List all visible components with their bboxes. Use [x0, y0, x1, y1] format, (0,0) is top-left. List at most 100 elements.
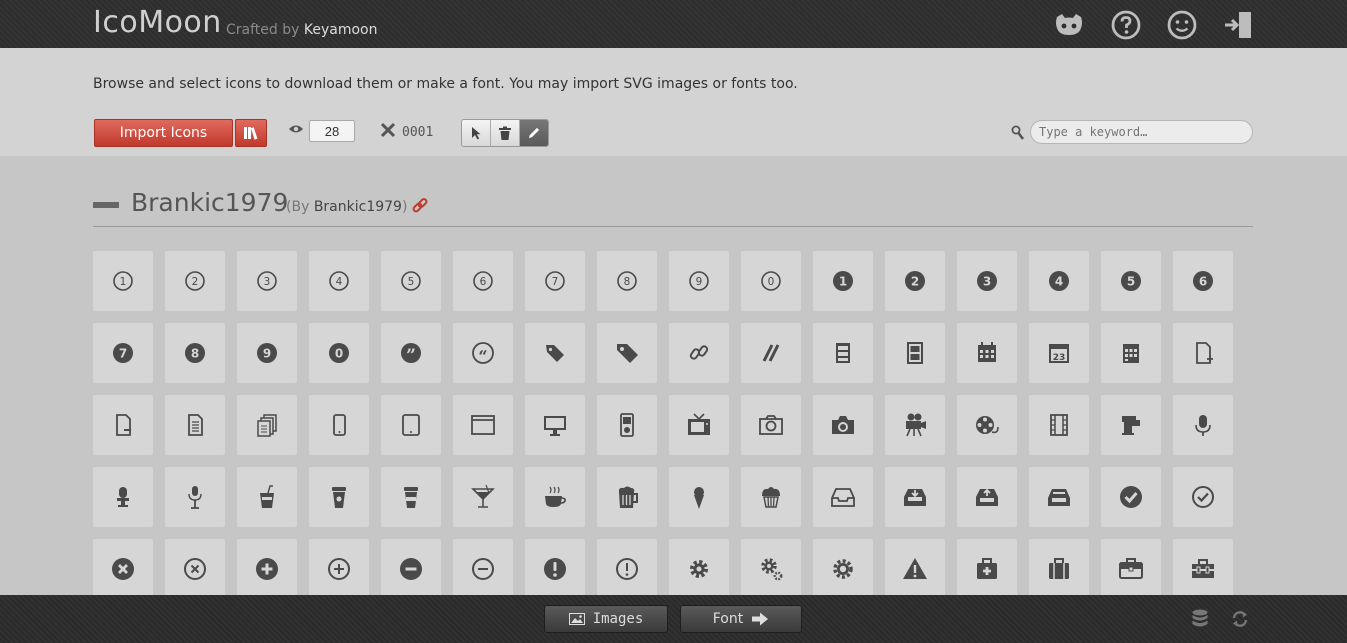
icon-tile[interactable]: 0	[309, 323, 369, 383]
icon-tile[interactable]	[597, 539, 657, 595]
icon-tile[interactable]	[1101, 323, 1161, 383]
icon-tile[interactable]	[525, 467, 585, 527]
icon-tile[interactable]	[1101, 395, 1161, 455]
images-button[interactable]: Images	[544, 605, 668, 633]
icon-tile[interactable]: ”	[381, 323, 441, 383]
icon-tile[interactable]	[93, 395, 153, 455]
icon-tile[interactable]	[741, 467, 801, 527]
icon-tile[interactable]	[1029, 395, 1089, 455]
icon-tile[interactable]: 6	[453, 251, 513, 311]
icon-tile[interactable]	[381, 539, 441, 595]
icon-tile[interactable]	[525, 539, 585, 595]
icon-tile[interactable]: 8	[597, 251, 657, 311]
delete-mode-button[interactable]	[491, 120, 520, 146]
collapse-set-toggle[interactable]	[93, 202, 119, 208]
icon-tile[interactable]	[237, 395, 297, 455]
icon-tile[interactable]: 3	[957, 251, 1017, 311]
icon-tile[interactable]: 4	[1029, 251, 1089, 311]
search-input[interactable]	[1030, 120, 1253, 144]
edit-mode-button[interactable]	[520, 120, 548, 146]
icon-tile[interactable]: “	[453, 323, 513, 383]
icon-tile[interactable]	[1101, 467, 1161, 527]
icon-tile[interactable]: 9	[669, 251, 729, 311]
icon-tile[interactable]	[453, 395, 513, 455]
database-icon[interactable]	[1191, 609, 1209, 629]
icon-tile[interactable]	[741, 323, 801, 383]
icon-tile[interactable]	[669, 395, 729, 455]
icon-tile[interactable]: 9	[237, 323, 297, 383]
icon-tile[interactable]	[453, 539, 513, 595]
icon-tile[interactable]: 5	[381, 251, 441, 311]
github-icon[interactable]	[1052, 8, 1086, 42]
icon-tile[interactable]	[453, 467, 513, 527]
icon-tile[interactable]	[597, 323, 657, 383]
icon-tile[interactable]	[165, 467, 225, 527]
icon-tile[interactable]	[813, 539, 873, 595]
exit-icon[interactable]	[1222, 8, 1256, 42]
icon-tile[interactable]	[957, 539, 1017, 595]
icon-tile[interactable]	[741, 395, 801, 455]
icon-tile[interactable]	[669, 323, 729, 383]
icon-tile[interactable]: 1	[93, 251, 153, 311]
icon-tile[interactable]: 23	[1029, 323, 1089, 383]
icon-tile[interactable]	[885, 323, 945, 383]
icon-tile[interactable]	[885, 395, 945, 455]
icon-tile[interactable]: 6	[1173, 251, 1233, 311]
icon-tile[interactable]	[813, 467, 873, 527]
icon-tile[interactable]	[957, 323, 1017, 383]
icon-tile[interactable]: 1	[813, 251, 873, 311]
icon-tile[interactable]: 3	[237, 251, 297, 311]
icon-tile[interactable]: 7	[93, 323, 153, 383]
smiley-icon[interactable]	[1165, 8, 1199, 42]
icon-tile[interactable]: 5	[1101, 251, 1161, 311]
icon-tile[interactable]	[309, 467, 369, 527]
icon-tile[interactable]	[237, 467, 297, 527]
import-icons-button[interactable]: Import Icons	[94, 119, 233, 147]
font-button[interactable]: Font	[680, 605, 802, 633]
crafted-author-link[interactable]: Keyamoon	[304, 22, 378, 38]
icon-tile[interactable]	[381, 395, 441, 455]
icon-tile[interactable]	[93, 467, 153, 527]
icon-tile[interactable]	[237, 539, 297, 595]
icon-tile[interactable]	[381, 467, 441, 527]
icon-tile[interactable]	[741, 539, 801, 595]
icon-tile[interactable]	[309, 395, 369, 455]
icon-tile[interactable]	[165, 539, 225, 595]
icon-tile[interactable]	[597, 467, 657, 527]
icon-tile[interactable]	[1029, 467, 1089, 527]
icon-tile[interactable]: 4	[309, 251, 369, 311]
icon-tile[interactable]	[525, 323, 585, 383]
help-icon[interactable]	[1109, 8, 1143, 42]
icon-tile[interactable]	[1101, 539, 1161, 595]
deselect-icon[interactable]	[380, 122, 396, 138]
icon-tile[interactable]	[813, 323, 873, 383]
app-logo[interactable]: IcoMoon	[93, 5, 222, 40]
icon-tile[interactable]	[813, 395, 873, 455]
icon-tile[interactable]: 0	[741, 251, 801, 311]
icon-tile[interactable]	[1173, 539, 1233, 595]
icon-tile[interactable]	[93, 539, 153, 595]
icon-tile[interactable]	[1173, 467, 1233, 527]
icon-tile[interactable]	[669, 539, 729, 595]
link-icon[interactable]	[411, 197, 429, 215]
icon-tile[interactable]	[1173, 323, 1233, 383]
icon-tile[interactable]	[597, 395, 657, 455]
icon-tile[interactable]	[165, 395, 225, 455]
icon-tile[interactable]	[525, 395, 585, 455]
icon-tile[interactable]	[957, 467, 1017, 527]
icon-tile[interactable]: 8	[165, 323, 225, 383]
icon-tile[interactable]: 2	[885, 251, 945, 311]
icon-tile[interactable]	[957, 395, 1017, 455]
icon-tile[interactable]	[309, 539, 369, 595]
icon-tile[interactable]	[885, 467, 945, 527]
icon-tile[interactable]	[669, 467, 729, 527]
icon-tile[interactable]: 7	[525, 251, 585, 311]
select-mode-button[interactable]	[462, 120, 491, 146]
icon-tile[interactable]	[885, 539, 945, 595]
library-button[interactable]	[235, 119, 267, 147]
icon-tile[interactable]	[1173, 395, 1233, 455]
icon-tile[interactable]	[1029, 539, 1089, 595]
refresh-icon[interactable]	[1231, 609, 1249, 629]
icon-size-input[interactable]	[309, 120, 355, 142]
icon-tile[interactable]: 2	[165, 251, 225, 311]
